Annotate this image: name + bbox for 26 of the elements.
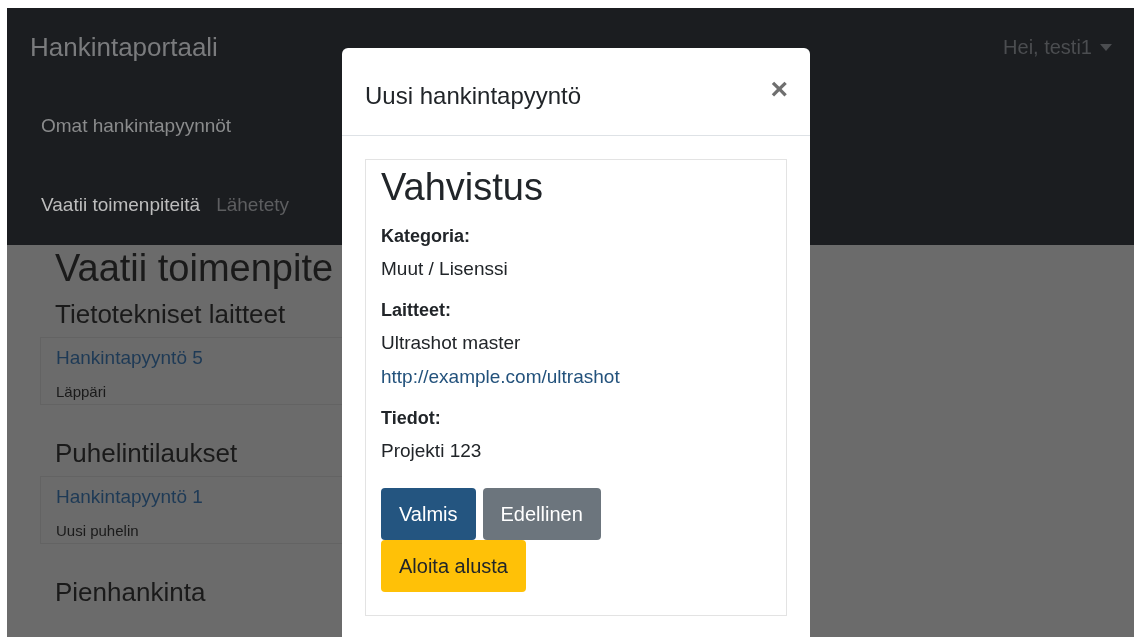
request-card[interactable]: Hankintapyyntö 1 Uusi puhelin [40,476,342,544]
field-label: Kategoria: [381,225,471,248]
nav-link[interactable]: Omat hankintapyynnöt [41,111,232,141]
close-button[interactable]: × [770,78,788,100]
section-title: Pienhankinta [54,576,207,609]
action-button[interactable]: Valmis [381,488,476,540]
nav-link[interactable]: Lähetety [216,191,290,220]
action-button[interactable]: Edellinen [482,488,601,540]
section-title: Tietotekniset laitteet [54,298,287,331]
section-title: Puhelintilaukset [54,437,239,470]
field-value: Ultrashot master [381,331,522,355]
field-label: Laitteet: [381,299,452,322]
modal-title: Uusi hankintapyyntö [365,81,582,111]
url-link[interactable]: http://example.com/ultrashot [381,360,771,394]
page-heading: Vaatii toimenpite [54,246,335,291]
step-title: Vahvistus [381,165,544,210]
request-description: Läppäri [56,381,108,402]
field-label: Tiedot: [381,407,442,430]
field-value: Muut / Lisenssi [381,257,509,281]
request-card[interactable]: Hankintapyyntö 5 Läppäri [40,337,342,405]
nav-link[interactable]: Vaatii toimenpiteitä [41,191,201,220]
brand-title[interactable]: Hankintaportaali [30,27,218,67]
field-value: Projekti 123 [381,439,483,463]
action-button[interactable]: Aloita alusta [381,540,526,592]
caret-icon [1100,43,1112,51]
request-description: Uusi puhelin [56,520,140,541]
